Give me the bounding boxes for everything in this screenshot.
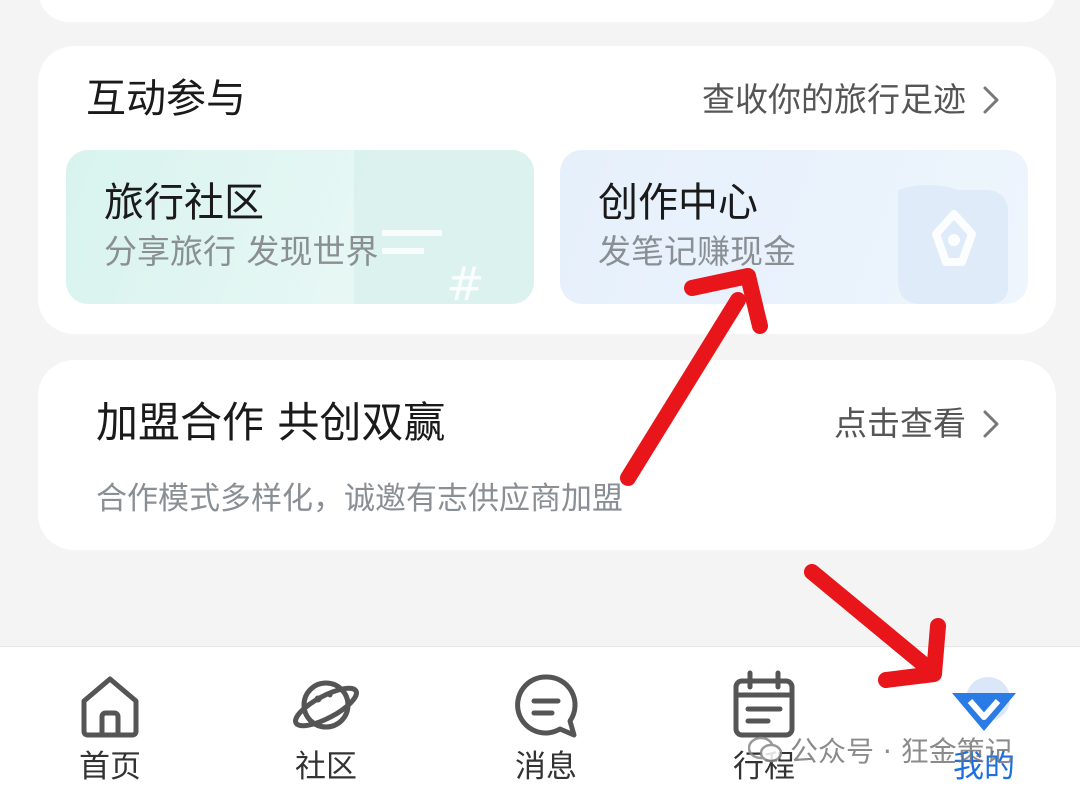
view-details-link[interactable]: 点击查看 [834,402,1002,446]
home-icon [81,676,139,738]
section-title: 互动参与 [86,76,246,122]
tile-subtitle: 发笔记赚现金 [598,232,796,271]
tile-subtitle: 分享旅行 发现世界 [104,232,379,271]
planet-icon [293,680,359,730]
tile-title: 创作中心 [598,180,758,226]
franchise-subtitle: 合作模式多样化，诚邀有志供应商加盟 [96,481,623,517]
tab-label: 首页 [79,749,141,785]
chevron-right-icon [983,410,999,438]
watermark: 公众号 · 狂金策记 [748,730,1013,770]
travel-footprint-link-label: 查收你的旅行足迹 [702,80,966,119]
tab-itinerary[interactable]: 行程 [694,647,834,797]
tile-travel-community[interactable]: # 旅行社区 分享旅行 发现世界 [66,150,534,304]
tab-community[interactable]: 社区 [256,647,396,797]
interaction-section: 互动参与 查收你的旅行足迹 # 旅行社区 分享旅行 发现世界 创作中心 发笔记赚… [38,46,1056,334]
tile-title: 旅行社区 [104,180,264,226]
previous-section-card [38,0,1056,22]
tab-label: 消息 [515,749,577,785]
tile-creator-center[interactable]: 创作中心 发笔记赚现金 [560,150,1028,304]
franchise-title: 加盟合作 共创双赢 [96,398,446,447]
tab-messages[interactable]: 消息 [476,647,616,797]
wechat-icon [748,736,782,763]
watermark-text: 公众号 · 狂金策记 [790,735,1013,768]
view-details-label: 点击查看 [834,404,966,443]
chevron-right-icon [983,86,999,114]
tab-home[interactable]: 首页 [40,647,180,797]
tab-label: 社区 [295,749,357,785]
bottom-tab-bar: 首页 社区 消息 行程 我的 [0,646,1080,797]
franchise-card[interactable]: 加盟合作 共创双赢 点击查看 合作模式多样化，诚邀有志供应商加盟 [38,360,1056,550]
travel-footprint-link[interactable]: 查收你的旅行足迹 [702,78,1002,122]
hashtag-decor-icon: # [354,150,534,304]
svg-text:#: # [446,257,485,304]
chat-bubble-icon [515,674,578,738]
tab-profile[interactable]: 我的 [914,647,1054,797]
pen-nib-decor-icon [898,185,1008,304]
